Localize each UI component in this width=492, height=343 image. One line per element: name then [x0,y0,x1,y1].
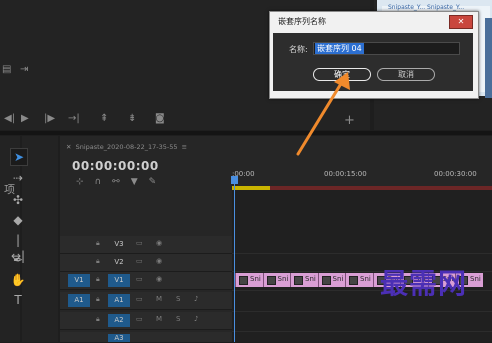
lock-icon[interactable]: 🔒︎ [96,239,100,248]
arrow-shaft [296,80,344,156]
clip-fx-icon [266,276,276,285]
microphone-icon[interactable]: ♪ [194,295,198,303]
track-name[interactable]: V1 [108,274,130,287]
wrench-icon[interactable]: ✎ [149,177,168,187]
background-window-edge [485,18,492,98]
clip-fx-icon [349,276,358,285]
clip-label: Sni [470,275,481,283]
dialog-title: 嵌套序列名称 [278,17,326,26]
name-input-value[interactable]: 嵌套序列 04 [315,43,364,54]
track-name: V2 [114,258,124,266]
lock-icon[interactable]: 🔒︎ [96,275,100,284]
eye-icon[interactable]: ◉ [156,257,162,265]
insert-icon[interactable]: ⇥ [20,64,28,75]
mute-button[interactable]: M [156,315,162,323]
ruler-label-1: 00:00:15:00 [324,170,367,178]
tab-menu-icon[interactable]: ≡ [180,143,187,151]
track-header-a1[interactable]: A1 🔒︎ A1 ▭ M S ♪ [60,292,232,310]
razor-tool-icon[interactable]: ◆ [10,212,26,228]
track-header-v1[interactable]: V1 🔒︎ V1 ▭ ◉ [60,272,232,290]
step-back-icon[interactable]: ◀| [4,113,15,124]
timeline-clip[interactable]: Sni [235,273,263,287]
sequence-tab-label: Snipaste_2020-08-22_17-35-55 [75,143,178,151]
track-select-icon[interactable]: ⇢ [10,170,26,186]
camera-icon[interactable]: ◙ [155,113,165,124]
track-header-v3[interactable]: 🔒︎ V3 ▭ ◉ [60,236,232,254]
timeline-clip[interactable]: Sni [290,273,318,287]
source-patch[interactable]: A1 [68,294,90,307]
eye-icon[interactable]: ◉ [156,275,162,283]
track-name[interactable]: A1 [108,294,130,307]
sync-lock-icon[interactable]: ▭ [136,257,143,265]
timeline-clip[interactable]: Sni [262,273,291,287]
clip-fx-icon [321,276,331,285]
linked-selection-icon[interactable]: ⚯ [112,177,131,187]
cancel-button[interactable]: 取消 [377,68,435,81]
selection-tool-icon[interactable]: ➤ [10,148,28,166]
solo-button[interactable]: S [176,295,180,303]
play-icon[interactable]: ▶ [21,113,29,124]
lock-icon[interactable]: 🔒︎ [96,257,100,266]
clip-label: Sni [360,275,371,283]
playhead-line [234,176,235,342]
microphone-icon[interactable]: ♪ [194,315,198,323]
track-name[interactable]: A2 [108,314,130,327]
track-separator [232,331,492,332]
track-name[interactable]: A3 [108,334,130,342]
timeline-clip[interactable]: Sni [317,273,346,287]
sync-lock-icon[interactable]: ▭ [136,239,143,247]
goto-out-icon[interactable]: →| [68,113,80,124]
clip-fx-icon [239,276,248,285]
mute-button[interactable]: M [156,295,162,303]
background-window-text: Snipaste_Y... Snipaste_Y... [388,4,465,11]
clip-label: Sni [305,275,316,283]
track-header-v2[interactable]: 🔒︎ V2 ▭ ◉ [60,254,232,272]
nest-icon[interactable]: ⊹ [76,177,95,187]
lock-icon[interactable]: 🔒︎ [96,295,100,304]
timeline-clip[interactable]: Sni [345,273,373,287]
track-name: V3 [114,240,124,248]
snap-icon[interactable]: ∩ [95,177,113,187]
settings-icon[interactable]: ▤ [2,64,11,75]
step-forward-icon[interactable]: |▶ [44,113,55,124]
sequence-tab[interactable]: ✕ Snipaste_2020-08-22_17-35-55 ≡ [66,143,187,151]
timeline-toolbar: ⊹∩⚯▼✎ [76,177,167,187]
dialog-close-button[interactable]: ✕ [449,15,473,29]
source-patch[interactable]: V1 [68,274,90,287]
ripple-edit-icon[interactable]: ✣ [10,192,26,208]
watermark-text: 最需网 [380,267,468,300]
sync-lock-icon[interactable]: ▭ [136,295,143,303]
track-header-a3[interactable]: A3 [60,332,232,343]
slip-tool-icon[interactable]: |↔| [10,232,26,263]
arrow-head [334,72,350,90]
hand-tool-icon[interactable]: ✋ [10,272,26,288]
tools-panel [22,136,58,342]
clip-label: Sni [332,275,344,283]
annotation-arrow [296,72,350,156]
type-tool-icon[interactable]: T [10,292,26,308]
panel-divider [0,131,492,135]
solo-button[interactable]: S [176,315,180,323]
lock-icon[interactable]: 🔒︎ [96,315,100,324]
sync-lock-icon[interactable]: ▭ [136,275,143,283]
clip-label: Sni [250,275,261,283]
sync-lock-icon[interactable]: ▭ [136,315,143,323]
track-separator [232,253,492,254]
eye-icon[interactable]: ◉ [156,239,162,247]
extract-icon[interactable]: ⇟ [128,113,136,124]
pen-tool-icon[interactable]: ✒ [10,252,26,268]
marker-icon[interactable]: ▼ [131,177,149,187]
tab-close-icon[interactable]: ✕ [66,143,71,151]
timecode-display[interactable]: 00:00:00:00 [72,159,159,173]
clip-label: Sni [277,275,289,283]
track-separator [232,311,492,312]
clip-fx-icon [294,276,303,285]
playhead-handle[interactable] [231,176,238,184]
track-header-a2[interactable]: 🔒︎ A2 ▭ M S ♪ [60,312,232,330]
ruler-label-2: 00:00:30:00 [434,170,477,178]
name-label: 名称: [289,45,308,54]
lift-icon[interactable]: ⇞ [100,113,108,124]
